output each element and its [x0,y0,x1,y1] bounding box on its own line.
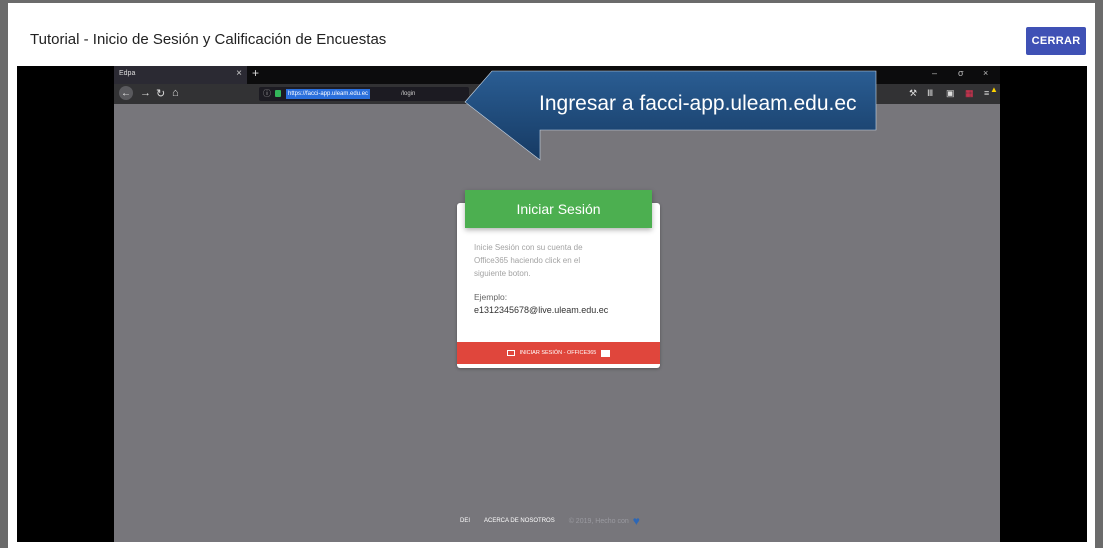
wrench-icon[interactable]: ⚒ [909,88,917,99]
info-icon[interactable]: ⓘ [263,88,271,99]
warning-icon: ▲ [990,85,998,94]
login-icon [506,350,515,356]
office365-login-label: INICIAR SESIÓN - OFFICE365 [519,350,597,356]
example-email: e1312345678@live.uleam.edu.ec [474,305,609,315]
login-card: Iniciar Sesión Inicie Sesión con su cuen… [457,190,660,368]
footer-link-dei[interactable]: DEI [460,518,470,524]
login-description: Inicie Sesión con su cuenta de Office365… [474,243,583,278]
home-icon[interactable]: ⌂ [172,87,179,99]
address-bar[interactable]: ⓘ https://facci-app.uleam.edu.ec /login [259,87,469,101]
tab-close-icon[interactable]: × [236,68,242,79]
browser-tab[interactable]: Edpa × [114,66,247,84]
menu-icon[interactable]: ≡ [984,88,989,98]
mail-icon [601,349,611,357]
url-selected: https://facci-app.uleam.edu.ec [286,89,371,99]
sidebar-icon[interactable]: ▣ [946,88,955,99]
heart-icon: ♥ [632,514,640,528]
close-button[interactable]: CERRAR [1026,27,1086,55]
login-card-title: Iniciar Sesión [465,190,652,228]
lock-icon [275,90,281,97]
reload-icon[interactable]: ↻ [156,87,165,100]
callout-text: Ingresar a facci-app.uleam.edu.ec [539,92,857,115]
callout-arrow: Ingresar a facci-app.uleam.edu.ec [464,70,877,161]
url-path: /login [401,91,416,97]
new-tab-icon[interactable]: + [252,66,259,80]
restore-icon[interactable]: σ [958,68,964,78]
back-icon[interactable]: ← [119,86,133,100]
office365-login-button[interactable]: INICIAR SESIÓN - OFFICE365 [457,342,660,364]
window-close-icon[interactable]: × [983,68,988,78]
minimize-icon[interactable]: – [932,68,937,78]
browser-tab-title: Edpa [119,70,136,77]
footer-copyright: © 2019, Hecho con [568,517,629,525]
extension-icon[interactable]: ▦ [965,88,974,99]
example-label: Ejemplo: [474,292,508,302]
library-icon[interactable]: Ⅲ [927,88,933,99]
footer-link-about[interactable]: ACERCA DE NOSOTROS [484,518,555,524]
forward-icon[interactable]: → [140,87,151,99]
dialog-title: Tutorial - Inicio de Sesión y Calificaci… [30,31,387,48]
page-footer: DEI ACERCA DE NOSOTROS © 2019, Hecho con… [460,514,640,528]
